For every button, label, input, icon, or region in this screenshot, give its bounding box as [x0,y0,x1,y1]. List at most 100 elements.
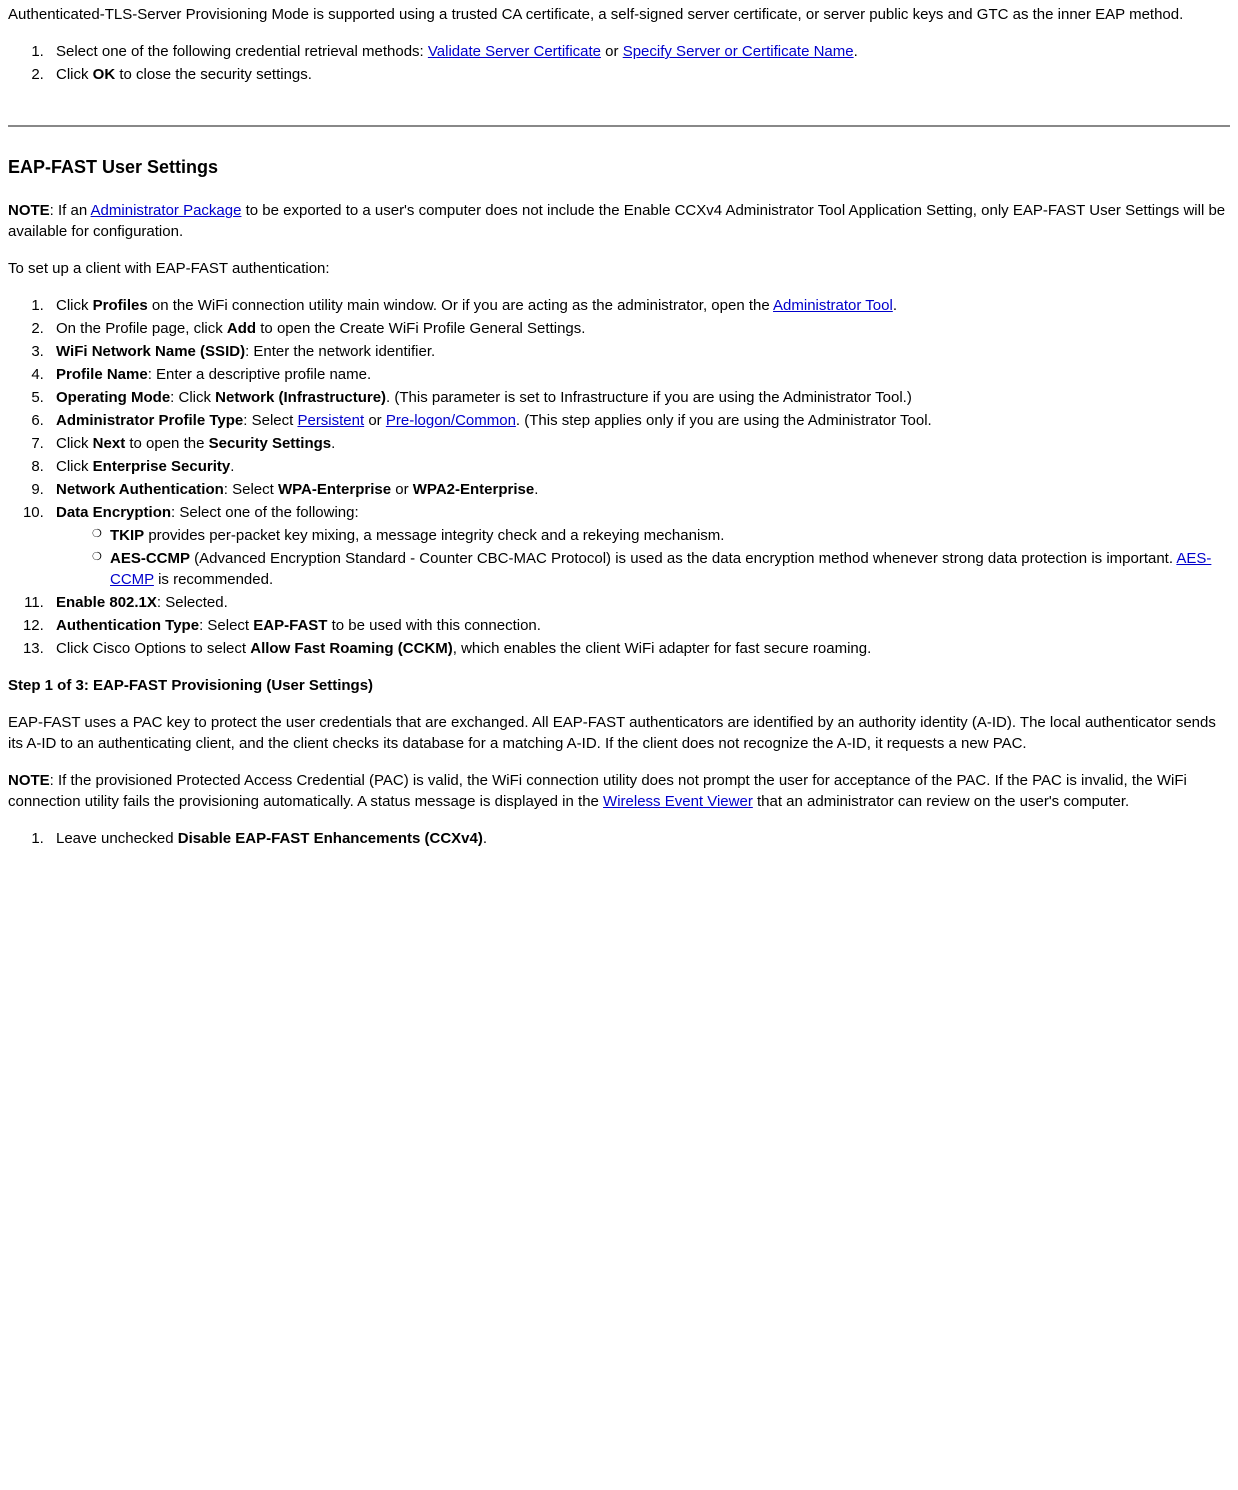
list-item: Administrator Profile Type: Select Persi… [48,410,1230,431]
note-label: NOTE [8,202,50,219]
list-item: Data Encryption: Select one of the follo… [48,502,1230,590]
text: that an administrator can review on the … [753,793,1129,810]
text: : Click [170,389,215,406]
bold: WiFi Network Name (SSID) [56,343,245,360]
list-item: Leave unchecked Disable EAP-FAST Enhance… [48,828,1230,849]
list-item: Click Cisco Options to select Allow Fast… [48,638,1230,659]
link-administrator-tool[interactable]: Administrator Tool [773,297,893,314]
step1-heading: Step 1 of 3: EAP-FAST Provisioning (User… [8,675,1230,696]
intro-paragraph: Authenticated-TLS-Server Provisioning Mo… [8,4,1230,25]
step1-paragraph: EAP-FAST uses a PAC key to protect the u… [8,712,1230,754]
text: . [483,830,487,847]
link-persistent[interactable]: Persistent [297,412,364,429]
bold: Authentication Type [56,617,199,634]
list-item: AES-CCMP (Advanced Encryption Standard -… [92,548,1230,590]
bold: WPA-Enterprise [278,481,391,498]
bold: Data Encryption [56,504,171,521]
text: : Select [224,481,278,498]
bold: Profile Name [56,366,148,383]
bold: Allow Fast Roaming (CCKM) [250,640,453,657]
bold: Operating Mode [56,389,170,406]
list-item: Enable 802.1X: Selected. [48,592,1230,613]
text: on the WiFi connection utility main wind… [148,297,773,314]
list-item: Network Authentication: Select WPA-Enter… [48,479,1230,500]
text: Click [56,66,93,83]
credential-method-list: Select one of the following credential r… [8,41,1230,85]
text: to open the [125,435,208,452]
bold: WPA2-Enterprise [413,481,534,498]
text: Click [56,297,93,314]
setup-steps-list: Click Profiles on the WiFi connection ut… [8,295,1230,659]
bold: Disable EAP-FAST Enhancements (CCXv4) [178,830,483,847]
text: Leave unchecked [56,830,178,847]
list-item: WiFi Network Name (SSID): Enter the netw… [48,341,1230,362]
bold: Enable 802.1X [56,594,157,611]
text: . [893,297,897,314]
bold: Network Authentication [56,481,224,498]
final-list: Leave unchecked Disable EAP-FAST Enhance… [8,828,1230,849]
list-item: Select one of the following credential r… [48,41,1230,62]
text: On the Profile page, click [56,320,227,337]
bold: Next [93,435,126,452]
text: . [854,43,858,60]
list-item: Click Profiles on the WiFi connection ut… [48,295,1230,316]
bold: Network (Infrastructure) [215,389,386,406]
text: : Select one of the following: [171,504,359,521]
note-paragraph: NOTE: If an Administrator Package to be … [8,200,1230,242]
text: Select one of the following credential r… [56,43,428,60]
text: : Selected. [157,594,228,611]
text: : Enter a descriptive profile name. [148,366,371,383]
link-wireless-event-viewer[interactable]: Wireless Event Viewer [603,793,753,810]
link-pre-logon-common[interactable]: Pre-logon/Common [386,412,516,429]
setup-intro: To set up a client with EAP-FAST authent… [8,258,1230,279]
list-item: On the Profile page, click Add to open t… [48,318,1230,339]
bold: Enterprise Security [93,458,231,475]
list-item: Authentication Type: Select EAP-FAST to … [48,615,1230,636]
bold: Security Settings [209,435,332,452]
text: : If an [50,202,91,219]
link-validate-server-certificate[interactable]: Validate Server Certificate [428,43,601,60]
list-item: Click Enterprise Security. [48,456,1230,477]
divider [8,125,1230,127]
bold: EAP-FAST [253,617,327,634]
text: or [364,412,386,429]
note-paragraph-2: NOTE: If the provisioned Protected Acces… [8,770,1230,812]
text: Click [56,435,93,452]
text: : Select [243,412,297,429]
text: , which enables the client WiFi adapter … [453,640,872,657]
bold: AES-CCMP [110,550,190,567]
text: to close the security settings. [115,66,312,83]
list-item: Click Next to open the Security Settings… [48,433,1230,454]
bold: TKIP [110,527,144,544]
eap-fast-user-settings-heading: EAP-FAST User Settings [8,155,1230,180]
text: . [230,458,234,475]
ok-label: OK [93,66,116,83]
text: : Select [199,617,253,634]
bold: Profiles [93,297,148,314]
link-administrator-package[interactable]: Administrator Package [91,202,242,219]
text: or [601,43,623,60]
data-encryption-sublist: TKIP provides per-packet key mixing, a m… [56,525,1230,590]
text: Click Cisco Options to select [56,640,250,657]
text: to open the Create WiFi Profile General … [256,320,585,337]
text: provides per-packet key mixing, a messag… [144,527,724,544]
note-label: NOTE [8,772,50,789]
bold: Step 1 of 3: EAP-FAST Provisioning (User… [8,677,373,694]
text: Click [56,458,93,475]
text: is recommended. [154,571,273,588]
list-item: Profile Name: Enter a descriptive profil… [48,364,1230,385]
list-item: Click OK to close the security settings. [48,64,1230,85]
text: to be used with this connection. [327,617,540,634]
list-item: TKIP provides per-packet key mixing, a m… [92,525,1230,546]
link-specify-server-or-cert-name[interactable]: Specify Server or Certificate Name [623,43,854,60]
bold: Add [227,320,256,337]
text: . [331,435,335,452]
list-item: Operating Mode: Click Network (Infrastru… [48,387,1230,408]
text: (Advanced Encryption Standard - Counter … [190,550,1176,567]
bold: Administrator Profile Type [56,412,243,429]
text: . [534,481,538,498]
text: . (This parameter is set to Infrastructu… [386,389,912,406]
text: or [391,481,413,498]
text: : Enter the network identifier. [245,343,435,360]
text: . (This step applies only if you are usi… [516,412,932,429]
